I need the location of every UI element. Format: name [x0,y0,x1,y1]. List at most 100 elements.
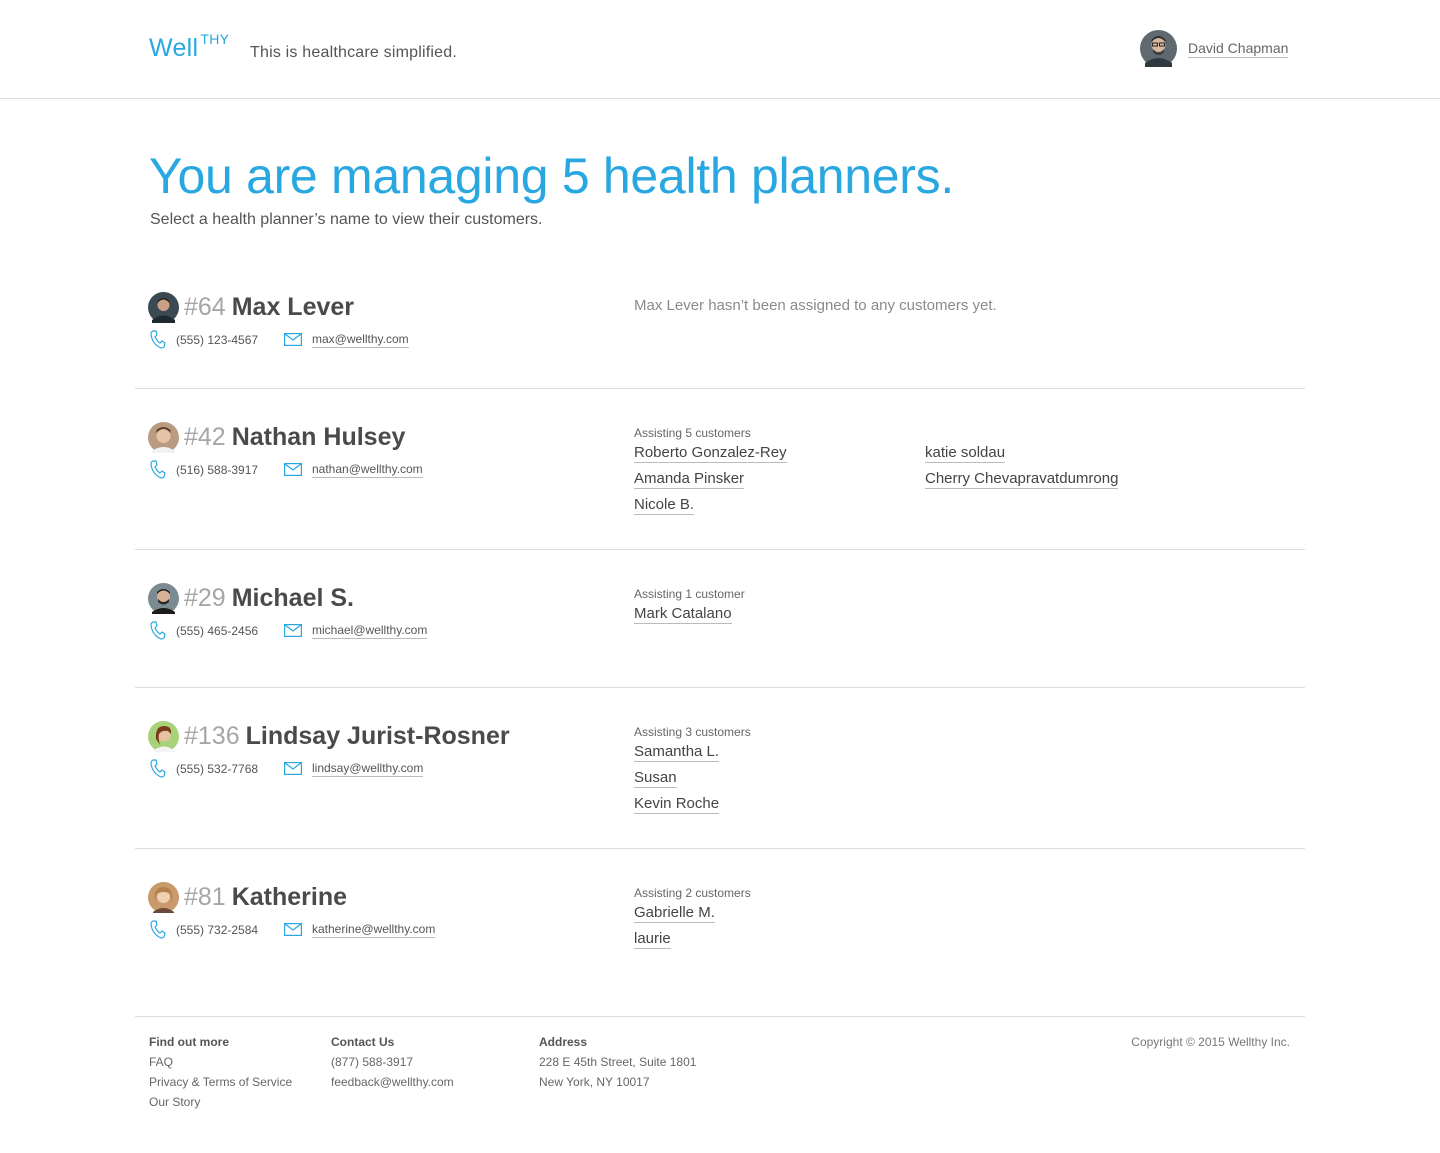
customers-column: Assisting 2 customers Gabrielle M. lauri… [634,886,1216,949]
footer-find-out-more: Find out more FAQ Privacy & Terms of Ser… [149,1035,292,1115]
footer-address: Address 228 E 45th Street, Suite 1801 Ne… [539,1035,696,1095]
mail-icon [284,624,302,637]
tagline: This is healthcare simplified. [250,44,457,61]
customers-column: Max Lever hasn’t been assigned to any cu… [634,297,997,314]
planner-contact: (555) 123-4567 max@wellthy.com [150,330,409,349]
assisting-count: Assisting 2 customers [634,886,751,900]
mail-icon [284,463,302,476]
phone-icon [150,759,166,778]
footer-email-link[interactable]: feedback@wellthy.com [331,1075,454,1089]
customers-column: Assisting 1 customer Mark Catalano [634,587,1216,624]
customer-link[interactable]: Amanda Pinsker [634,470,745,489]
customer-list: Samantha L. Susan Kevin Roche [634,743,1216,814]
mail-icon [284,923,302,936]
top-header: Well THY This is healthcare simplified. D… [0,0,1440,99]
footer-heading: Contact Us [331,1035,395,1049]
customer-link[interactable]: Kevin Roche [634,795,720,814]
planner-header: #136 Lindsay Jurist-Rosner [148,721,510,752]
footer-address-line: New York, NY 10017 [539,1075,650,1089]
assisting-count: Assisting 3 customers [634,725,751,739]
planner-contact: (516) 588-3917 nathan@wellthy.com [150,460,423,479]
assisting-count: Assisting 5 customers [634,426,751,440]
planner-avatar [148,721,179,752]
planner-name-link[interactable]: Max Lever [232,293,354,322]
planner-number: #64 [184,293,226,321]
planner-name-link[interactable]: Michael S. [232,584,354,613]
wellthy-logo[interactable]: Well THY [149,31,230,63]
phone-icon [150,920,166,939]
customer-link[interactable]: Samantha L. [634,743,720,762]
planner-email-link[interactable]: nathan@wellthy.com [312,462,423,478]
planner-contact: (555) 532-7768 lindsay@wellthy.com [150,759,424,778]
planner-number: #29 [184,584,226,612]
logo-main: Well [149,34,199,62]
customer-link[interactable]: laurie [634,930,671,949]
planner-header: #42 Nathan Hulsey [148,422,405,453]
planner-number: #42 [184,423,226,451]
planner-number: #81 [184,883,226,911]
planner-contact: (555) 465-2456 michael@wellthy.com [150,621,428,640]
customer-list: Gabrielle M. laurie [634,904,1216,949]
customer-link[interactable]: katie soldau [925,444,1006,463]
planner-avatar [148,422,179,453]
phone-icon [150,330,166,349]
footer-link-our-story[interactable]: Our Story [149,1095,292,1109]
footer-link-privacy-terms[interactable]: Privacy & Terms of Service [149,1075,292,1089]
footer-heading: Address [539,1035,588,1049]
planner-phone: (555) 465-2456 [176,623,259,638]
customer-link[interactable]: Roberto Gonzalez-Rey [634,444,787,463]
phone-icon [150,460,166,479]
page-subtitle: Select a health planner’s name to view t… [150,211,543,228]
planner-name-link[interactable]: Lindsay Jurist-Rosner [246,722,510,751]
logo-sup: THY [200,31,230,47]
planner-email-link[interactable]: max@wellthy.com [312,332,409,348]
planner-email-link[interactable]: lindsay@wellthy.com [312,761,424,777]
footer-address-line: 228 E 45th Street, Suite 1801 [539,1055,697,1069]
footer-phone[interactable]: (877) 588-3917 [331,1055,454,1069]
page-title: You are managing 5 health planners. [149,148,954,204]
user-name-link[interactable]: David Chapman [1188,40,1289,58]
planner-avatar [148,292,179,323]
customer-list: Mark Catalano [634,605,1216,624]
customer-link[interactable]: Gabrielle M. [634,904,715,923]
planner-avatar [148,583,179,614]
planner-number: #136 [184,722,240,750]
planner-phone: (516) 588-3917 [176,462,259,477]
planner-header: #29 Michael S. [148,583,354,614]
no-customers-message: Max Lever hasn’t been assigned to any cu… [634,297,997,314]
assisting-count: Assisting 1 customer [634,587,745,601]
customer-list: Roberto Gonzalez-Rey Amanda Pinsker Nico… [634,444,1216,515]
planner-avatar [148,882,179,913]
customers-column: Assisting 5 customers Roberto Gonzalez-R… [634,426,1216,515]
planner-phone: (555) 532-7768 [176,761,259,776]
planner-row: #42 Nathan Hulsey (516) 588-3917 nathan@… [135,422,1305,550]
planner-header: #81 Katherine [148,882,347,913]
phone-icon [150,621,166,640]
planner-phone: (555) 732-2584 [176,922,259,937]
customers-column: Assisting 3 customers Samantha L. Susan … [634,725,1216,814]
planner-phone: (555) 123-4567 [176,332,259,347]
customer-link[interactable]: Cherry Chevapravatdumrong [925,470,1119,489]
user-avatar[interactable] [1140,30,1177,67]
user-menu[interactable]: David Chapman [1140,30,1289,67]
copyright: Copyright © 2015 Wellthy Inc. [1131,1035,1290,1049]
customer-link[interactable]: Mark Catalano [634,605,732,624]
mail-icon [284,762,302,775]
planner-email-link[interactable]: katherine@wellthy.com [312,922,436,938]
planner-email-link[interactable]: michael@wellthy.com [312,623,428,639]
planner-row: #81 Katherine (555) 732-2584 katherine@w… [135,882,1305,982]
planner-row: #29 Michael S. (555) 465-2456 michael@we… [135,583,1305,688]
planner-name-link[interactable]: Nathan Hulsey [232,423,406,452]
footer-heading: Find out more [149,1035,229,1049]
mail-icon [284,333,302,346]
customer-link[interactable]: Nicole B. [634,496,695,515]
planner-row: #136 Lindsay Jurist-Rosner (555) 532-776… [135,721,1305,849]
planner-contact: (555) 732-2584 katherine@wellthy.com [150,920,436,939]
customer-link[interactable]: Susan [634,769,677,788]
footer-link-faq[interactable]: FAQ [149,1055,292,1069]
planner-name-link[interactable]: Katherine [232,883,347,912]
planner-header: #64 Max Lever [148,292,354,323]
footer-contact-us: Contact Us (877) 588-3917 feedback@wellt… [331,1035,454,1095]
planner-row: #64 Max Lever (555) 123-4567 max@wellthy… [135,292,1305,389]
footer: Find out more FAQ Privacy & Terms of Ser… [135,1016,1305,1153]
